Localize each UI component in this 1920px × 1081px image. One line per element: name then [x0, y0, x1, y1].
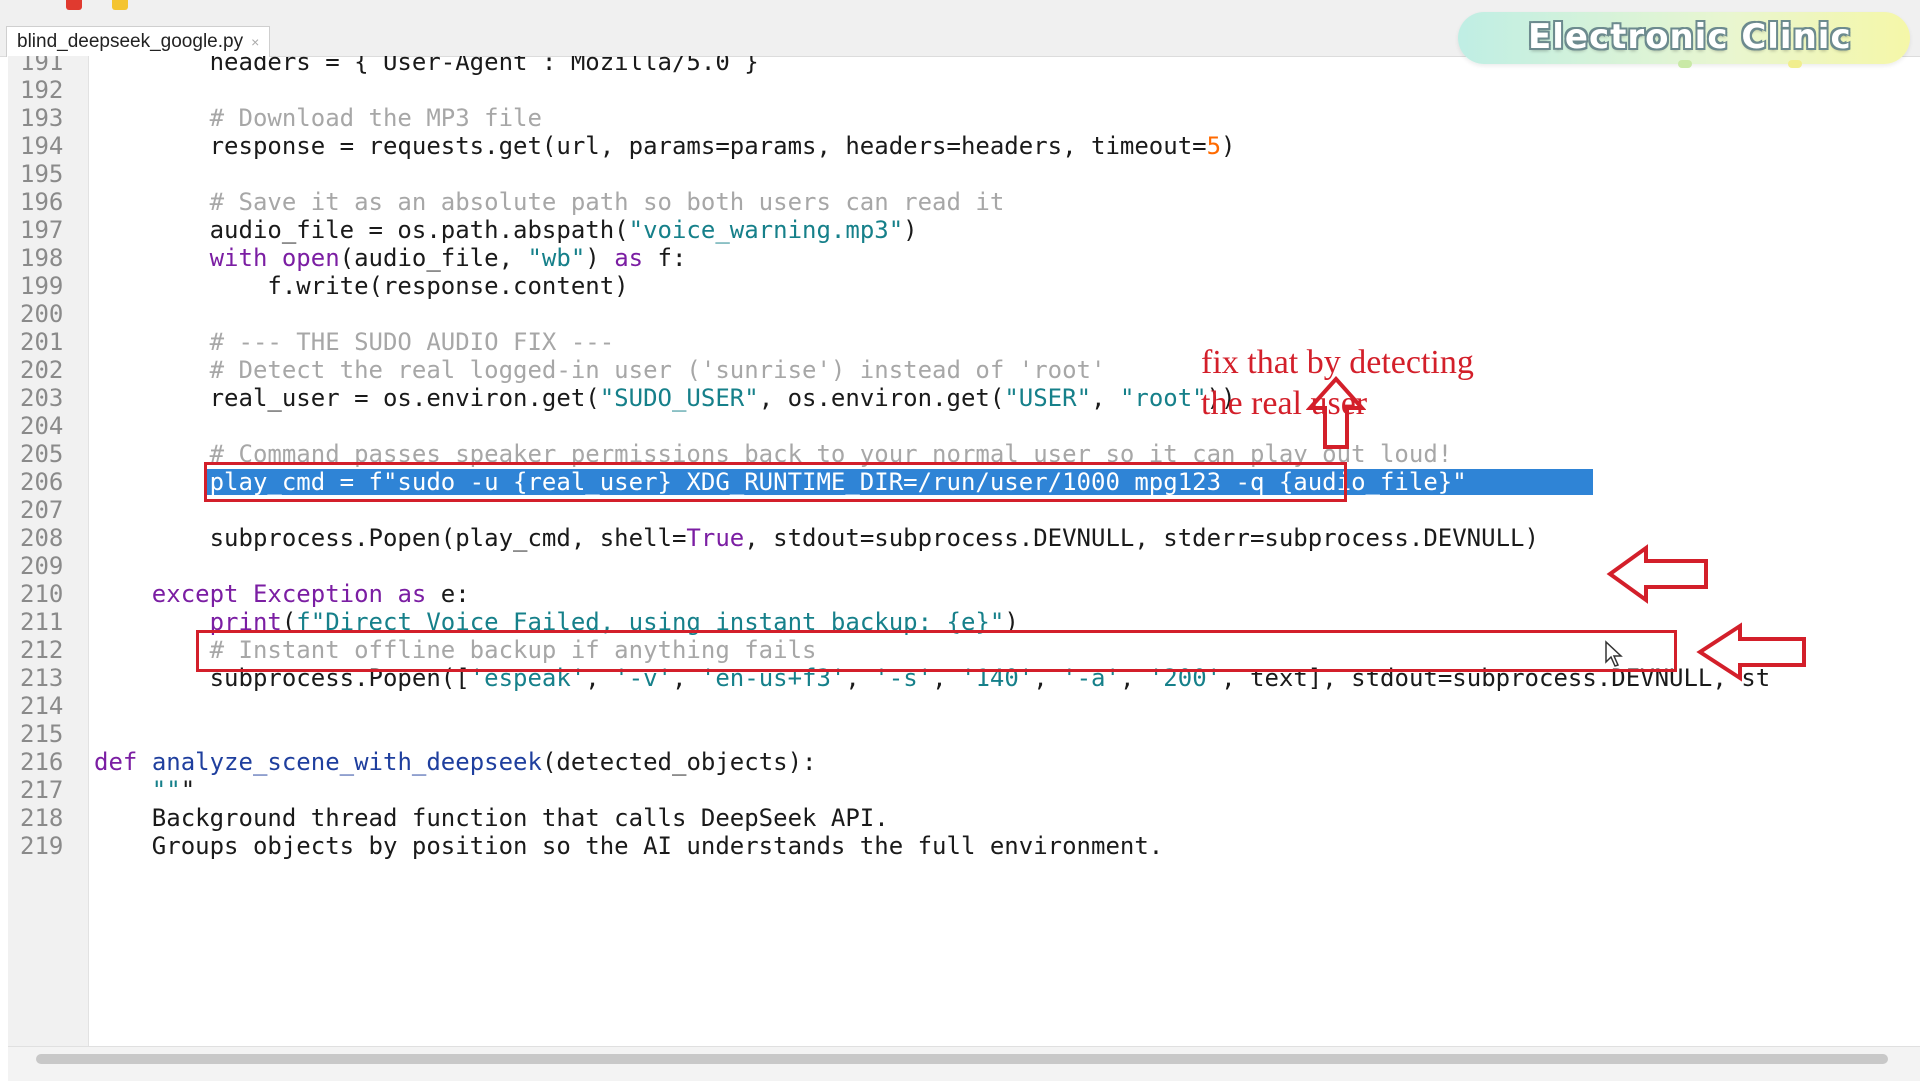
code-line[interactable]: 202 # Detect the real logged-in user ('s… [0, 356, 1920, 384]
code-text: # Save it as an absolute path so both us… [94, 188, 1005, 216]
code-text: # --- THE SUDO AUDIO FIX --- [94, 328, 615, 356]
line-number: 210 [20, 580, 64, 608]
line-number: 215 [20, 720, 64, 748]
line-number: 202 [20, 356, 64, 384]
code-text: f.write(response.content) [94, 272, 629, 300]
line-number: 199 [20, 272, 64, 300]
code-text: real_user = os.environ.get("SUDO_USER", … [94, 384, 1236, 412]
code-line[interactable]: 214 [0, 692, 1920, 720]
line-number: 211 [20, 608, 64, 636]
line-number: 214 [20, 692, 64, 720]
code-line[interactable]: 218 Background thread function that call… [0, 804, 1920, 832]
line-number: 219 [20, 832, 64, 860]
code-line[interactable]: 194 response = requests.get(url, params=… [0, 132, 1920, 160]
line-number: 216 [20, 748, 64, 776]
code-text: except Exception as e: [151, 580, 470, 608]
line-number: 193 [20, 104, 64, 132]
code-line[interactable]: 193 # Download the MP3 file [0, 104, 1920, 132]
line-number: 201 [20, 328, 64, 356]
code-text: """ [151, 776, 196, 804]
code-line[interactable]: 195 [0, 160, 1920, 188]
line-number: 197 [20, 216, 64, 244]
code-text: subprocess.Popen(play_cmd, shell=True, s… [94, 524, 1539, 552]
highlight-box-real-user [204, 462, 1347, 502]
toolbar-icon-folder[interactable] [112, 0, 128, 10]
close-icon[interactable]: × [251, 34, 259, 50]
code-line[interactable]: 200 [0, 300, 1920, 328]
code-line[interactable]: 199 f.write(response.content) [0, 272, 1920, 300]
code-text: Groups objects by position so the AI und… [94, 832, 1164, 860]
code-line[interactable]: 219 Groups objects by position so the AI… [0, 832, 1920, 860]
code-text: headers = { User-Agent : Mozilla/5.0 } [94, 56, 759, 76]
line-number: 218 [20, 804, 64, 832]
code-line[interactable]: 192 [0, 76, 1920, 104]
mouse-cursor-icon [1605, 640, 1623, 667]
code-line[interactable]: 217 """ [0, 776, 1920, 804]
file-tab-label: blind_deepseek_google.py [17, 31, 244, 52]
line-number: 194 [20, 132, 64, 160]
code-text: def analyze_scene_with_deepseek(detected… [94, 748, 817, 776]
code-line[interactable]: 203 real_user = os.environ.get("SUDO_USE… [0, 384, 1920, 412]
code-text: # Download the MP3 file [94, 104, 542, 132]
code-line[interactable]: 215 [0, 720, 1920, 748]
toolbar-icon-stop[interactable] [66, 0, 82, 10]
horizontal-scrollbar[interactable] [8, 1046, 1920, 1081]
file-tab[interactable]: blind_deepseek_google.py × [6, 26, 271, 57]
left-arrow-icon-line-208 [1696, 622, 1806, 682]
code-line[interactable]: 196 # Save it as an absolute path so bot… [0, 188, 1920, 216]
left-arrow-icon-line-206 [1606, 544, 1708, 604]
logo-dot-right [1788, 60, 1802, 68]
line-number: 200 [20, 300, 64, 328]
logo-dot-left [1678, 60, 1692, 68]
annotation-line-1: fix that by detecting [1201, 344, 1474, 381]
line-number: 196 [20, 188, 64, 216]
scrollbar-thumb[interactable] [36, 1054, 1888, 1064]
code-editor[interactable]: 191 headers = { User-Agent : Mozilla/5.0… [0, 56, 1920, 1046]
code-line[interactable]: 216 def analyze_scene_with_deepseek(detec… [0, 748, 1920, 776]
line-number: 207 [20, 496, 64, 524]
code-line[interactable]: 201 # --- THE SUDO AUDIO FIX --- [0, 328, 1920, 356]
code-text: audio_file = os.path.abspath("voice_warn… [94, 216, 918, 244]
line-number: 209 [20, 552, 64, 580]
code-line[interactable]: 198 with open(audio_file, "wb") as f: [0, 244, 1920, 272]
code-text: # Detect the real logged-in user ('sunri… [94, 356, 1106, 384]
line-number: 213 [20, 664, 64, 692]
line-number: 198 [20, 244, 64, 272]
line-number: 191 [20, 56, 64, 76]
line-number: 203 [20, 384, 64, 412]
line-number: 205 [20, 440, 64, 468]
line-number: 212 [20, 636, 64, 664]
code-text: Background thread function that calls De… [94, 804, 889, 832]
code-text: with open(audio_file, "wb") as f: [209, 244, 687, 272]
line-number: 195 [20, 160, 64, 188]
annotation-line-2: the real user [1201, 385, 1368, 422]
annotation-text: fix that by detecting the real user [1201, 342, 1474, 424]
line-number: 208 [20, 524, 64, 552]
logo-text: Electronic Clinic [1528, 17, 1852, 57]
line-number: 217 [20, 776, 64, 804]
highlight-box-popen [196, 630, 1677, 672]
line-number: 206 [20, 468, 64, 496]
code-line[interactable]: 204 [0, 412, 1920, 440]
line-number: 192 [20, 76, 64, 104]
channel-logo: Electronic Clinic [1458, 12, 1910, 68]
code-line[interactable]: 197 audio_file = os.path.abspath("voice_… [0, 216, 1920, 244]
line-number: 204 [20, 412, 64, 440]
code-text: response = requests.get(url, params=para… [94, 132, 1236, 160]
